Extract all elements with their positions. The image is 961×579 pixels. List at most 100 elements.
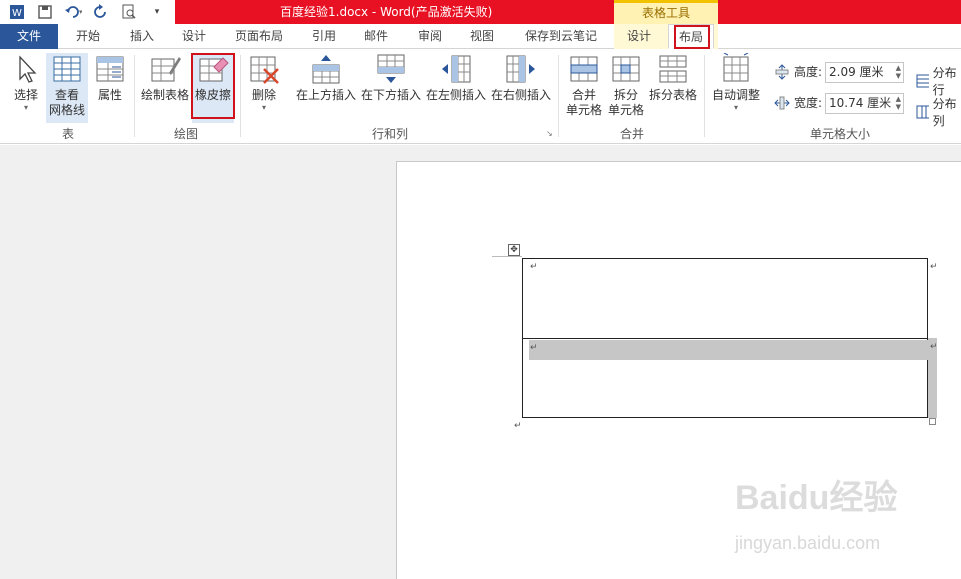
draw-table-label: 绘制表格	[140, 88, 189, 102]
distribute-cols-icon	[916, 105, 929, 119]
row-divider	[523, 338, 927, 339]
row-height-icon	[775, 63, 789, 80]
spinner-arrows-icon[interactable]: ▲ ▼	[896, 64, 901, 80]
height-control: 高度:	[774, 63, 822, 80]
draw-table-icon	[149, 53, 181, 85]
document-title: 百度经验1.docx - Word(产品激活失败)	[280, 5, 493, 19]
tab-view[interactable]: 视图	[460, 24, 504, 49]
svg-text:▾: ▾	[79, 8, 82, 16]
save-icon[interactable]	[36, 3, 54, 21]
ribbon-tabs: 文件 开始 插入 设计 页面布局 引用 邮件 审阅 视图 保存到云笔记 设计 布…	[0, 24, 961, 49]
merge-cells-label-1: 合并	[571, 88, 596, 102]
print-preview-icon[interactable]	[120, 3, 138, 21]
table-move-handle-icon[interactable]: ✥	[508, 244, 520, 256]
width-value: 10.74 厘米	[829, 96, 892, 110]
properties-label: 属性	[97, 88, 122, 102]
group-label-cell-size: 单元格大小	[809, 127, 870, 141]
margin-guide	[492, 256, 522, 257]
distribute-rows-icon	[916, 74, 929, 88]
split-cells-label-2: 单元格	[607, 103, 644, 117]
split-table-icon	[657, 53, 689, 85]
chevron-down-icon: ▾	[23, 103, 28, 112]
end-of-row-mark-icon: ↵	[930, 262, 938, 272]
paragraph-mark-icon: ↵	[514, 421, 522, 431]
dialog-launcher-icon[interactable]: ↘	[546, 129, 553, 138]
tab-references[interactable]: 引用	[302, 24, 346, 49]
end-of-row-mark-icon: ↵	[930, 342, 938, 352]
distribute-cols-button[interactable]: 分布列	[916, 95, 961, 129]
split-table-button[interactable]: 拆分表格	[648, 53, 698, 103]
delete-button[interactable]: 删除 ▾	[246, 53, 282, 113]
draw-table-button[interactable]: 绘制表格	[140, 53, 190, 103]
redo-icon[interactable]	[92, 3, 110, 21]
distribute-cols-label: 分布列	[932, 97, 957, 128]
distribute-rows-label: 分布行	[932, 66, 957, 97]
svg-text:W: W	[12, 8, 22, 19]
insert-right-icon	[505, 53, 537, 85]
insert-above-button[interactable]: 在上方插入	[295, 53, 357, 103]
insert-above-icon	[310, 53, 342, 85]
delete-label: 删除	[251, 88, 276, 102]
split-cells-button[interactable]: 拆分 单元格	[606, 53, 646, 118]
select-label: 选择	[13, 88, 38, 102]
chevron-down-icon: ▾	[733, 103, 738, 112]
select-button[interactable]: 选择 ▾	[6, 53, 46, 113]
group-label-draw: 绘图	[173, 127, 198, 141]
table-tools-header: 表格工具	[614, 0, 718, 24]
gridlines-icon	[51, 53, 83, 85]
insert-below-icon	[375, 53, 407, 85]
split-table-label: 拆分表格	[648, 88, 697, 102]
more-icon[interactable]: ▾	[148, 3, 166, 21]
autofit-icon	[720, 52, 752, 85]
group-label-merge: 合并	[619, 127, 644, 141]
insert-below-button[interactable]: 在下方插入	[360, 53, 422, 103]
insert-left-icon	[440, 53, 472, 85]
tab-design[interactable]: 设计	[172, 24, 216, 49]
group-label-rows-cols: 行和列	[371, 127, 408, 141]
tab-home[interactable]: 开始	[66, 24, 110, 49]
baidu-watermark-logo: Baidu经验	[735, 479, 898, 517]
tab-file[interactable]: 文件	[0, 24, 58, 49]
table-properties-icon	[94, 53, 126, 85]
tab-save-to-cloud-notes[interactable]: 保存到云笔记	[516, 24, 606, 49]
group-separator	[134, 55, 135, 137]
title-bar: W ▾ ▾ 百度经验1.docx - Word(产品激活失败) 表格工具	[0, 0, 961, 24]
insert-left-button[interactable]: 在左侧插入	[425, 53, 487, 103]
height-input[interactable]: 2.09 厘米 ▲ ▼	[825, 62, 904, 83]
insert-left-label: 在左侧插入	[425, 88, 486, 102]
insert-above-label: 在上方插入	[295, 88, 356, 102]
undo-icon[interactable]: ▾	[64, 3, 82, 21]
spinner-arrows-icon[interactable]: ▲ ▼	[896, 95, 901, 111]
merge-cells-button[interactable]: 合并 单元格	[564, 53, 604, 118]
eraser-highlight-box	[191, 53, 235, 119]
insert-right-button[interactable]: 在右侧插入	[490, 53, 552, 103]
delete-table-icon	[248, 53, 280, 85]
paragraph-mark-icon: ↵	[530, 262, 538, 272]
select-cursor-icon	[10, 53, 42, 85]
split-cells-label-1: 拆分	[613, 88, 638, 102]
table-resize-handle[interactable]	[929, 418, 936, 425]
column-width-icon	[774, 96, 790, 109]
insert-right-label: 在右侧插入	[490, 88, 551, 102]
height-label: 高度:	[794, 65, 823, 79]
view-gridlines-button[interactable]: 查看 网格线	[46, 53, 88, 123]
group-separator	[558, 55, 559, 137]
view-gridlines-label-1: 查看	[54, 88, 79, 102]
group-label-table: 表	[61, 127, 74, 141]
insert-below-label: 在下方插入	[360, 88, 421, 102]
tab-table-design[interactable]: 设计	[616, 24, 662, 49]
distribute-rows-button[interactable]: 分布行	[916, 64, 961, 98]
table[interactable]: ↵ ↵	[522, 258, 929, 418]
baidu-watermark-url: jingyan.baidu.com	[735, 533, 881, 553]
autofit-button[interactable]: 自动调整 ▾	[710, 52, 762, 113]
group-separator	[704, 55, 705, 137]
width-input[interactable]: 10.74 厘米 ▲ ▼	[825, 93, 904, 114]
quick-access-toolbar: W ▾ ▾	[0, 0, 166, 24]
group-separator	[240, 55, 241, 137]
properties-button[interactable]: 属性	[92, 53, 128, 103]
tab-review[interactable]: 审阅	[408, 24, 452, 49]
tab-insert[interactable]: 插入	[120, 24, 164, 49]
tab-mailings[interactable]: 邮件	[354, 24, 398, 49]
merge-cells-icon	[568, 53, 600, 85]
tab-page-layout[interactable]: 页面布局	[226, 24, 292, 49]
